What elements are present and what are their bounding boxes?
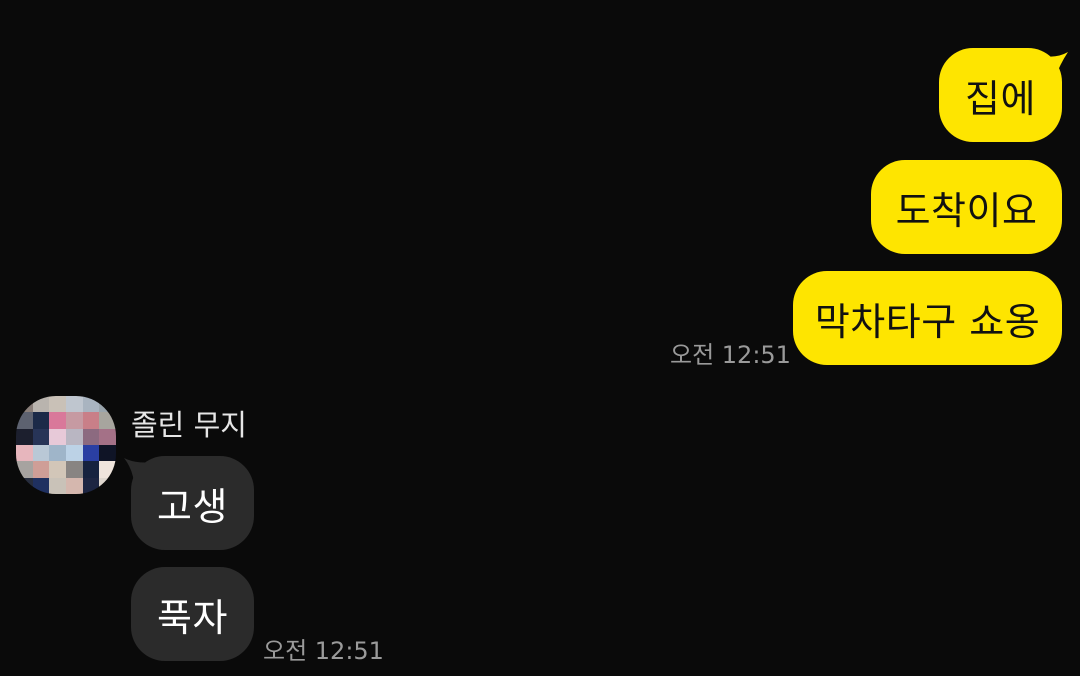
outgoing-message-bubble[interactable]: 막차타구 쇼옹: [793, 271, 1062, 365]
message-text: 푹자: [157, 595, 228, 640]
outgoing-message-bubble[interactable]: 집에: [939, 48, 1062, 142]
incoming-message-bubble[interactable]: 푹자: [131, 567, 254, 661]
message-text: 막차타구 쇼옹: [814, 299, 1041, 344]
message-text: 고생: [157, 484, 228, 529]
message-text: 도착이요: [895, 188, 1038, 233]
incoming-message-bubble[interactable]: 고생: [131, 456, 254, 550]
message-text: 집에: [965, 76, 1036, 121]
incoming-timestamp: 오전 12:51: [263, 637, 384, 665]
outgoing-message-bubble[interactable]: 도착이요: [871, 160, 1062, 254]
pixelated-avatar-icon[interactable]: [16, 396, 116, 494]
outgoing-timestamp: 오전 12:51: [670, 341, 791, 369]
chat-room: 집에 도착이요 막차타구 쇼옹 오전 12:51 졸린 무지 고생 푹자 오전 …: [0, 0, 1080, 676]
sender-name: 졸린 무지: [131, 408, 247, 442]
